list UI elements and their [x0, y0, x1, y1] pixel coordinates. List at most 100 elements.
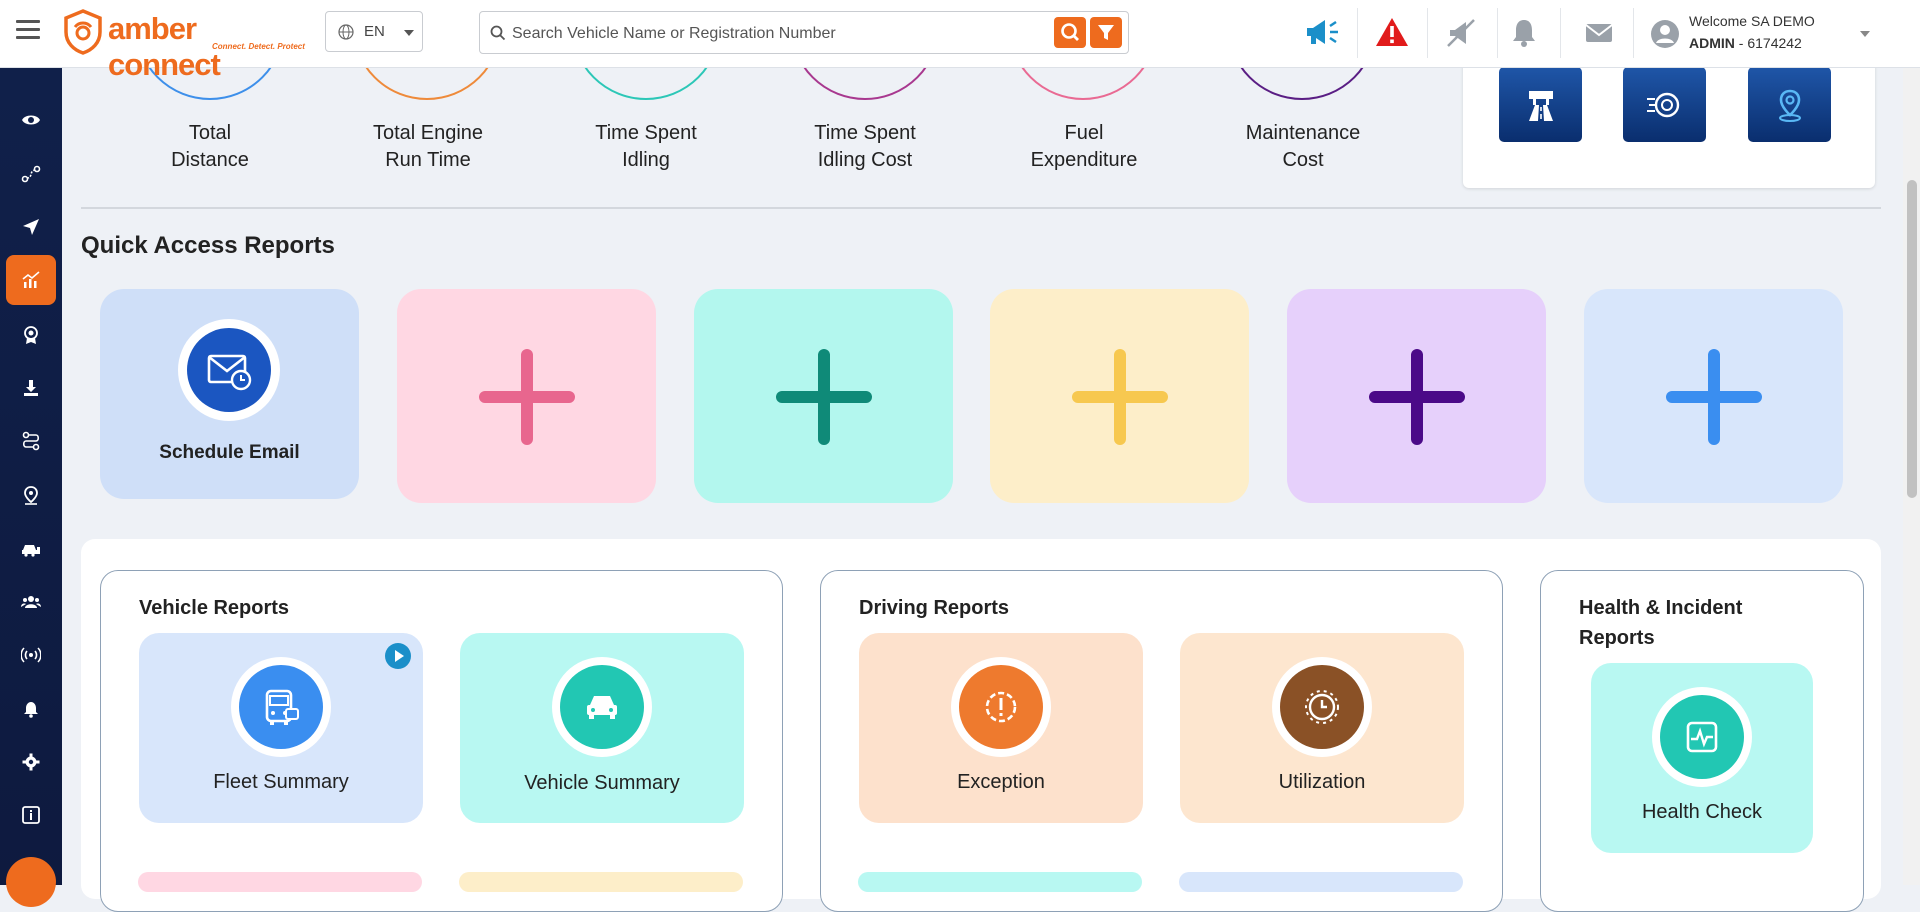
sidebar-item-download[interactable]	[6, 363, 56, 413]
alert-bell-icon	[24, 702, 38, 718]
sidebar-item-reports[interactable]	[6, 255, 56, 305]
welcome-text: Welcome SA DEMO	[1689, 13, 1815, 29]
metric-label-line1: Total	[188, 122, 232, 144]
sidebar-item-navigate[interactable]	[6, 202, 56, 252]
vehicle-summary-card[interactable]: Vehicle Summary	[460, 633, 744, 823]
sidebar-item-badge[interactable]	[6, 310, 56, 360]
language-selector[interactable]: EN	[325, 11, 423, 52]
car-icon	[587, 696, 617, 719]
utilization-gear-clock-icon	[1305, 690, 1339, 724]
scrollbar-thumb[interactable]	[1907, 180, 1917, 498]
bus-icon	[265, 689, 299, 725]
report-card-partial[interactable]	[1179, 872, 1463, 892]
report-card-partial[interactable]	[858, 872, 1142, 892]
sidebar-item-live-view[interactable]	[6, 95, 56, 145]
language-value: EN	[364, 23, 385, 40]
health-incident-reports-group: Health & Incident Reports Health Check	[1540, 570, 1864, 912]
add-quick-report-slot-1[interactable]	[397, 289, 656, 503]
users-icon	[21, 596, 41, 608]
sidebar-item-alerts[interactable]	[6, 684, 56, 734]
metric-engine-run-time[interactable]: Total Engine Run Time	[338, 120, 518, 174]
analytics-chart-icon	[22, 271, 40, 288]
highway-shortcut-button[interactable]	[1499, 67, 1582, 142]
metric-label-line1: Fuel	[1064, 122, 1104, 144]
user-role-account: ADMIN - 6174242	[1689, 35, 1802, 51]
quick-access-title: Quick Access Reports	[81, 232, 335, 259]
exception-report-card[interactable]: Exception	[859, 633, 1143, 823]
top-bar: amber connect Connect. Detect. Protect E…	[0, 0, 1920, 82]
filter-button[interactable]	[1090, 17, 1122, 48]
metric-fuel-expenditure[interactable]: Fuel Expenditure	[994, 120, 1174, 174]
email-clock-icon	[207, 354, 252, 391]
separator	[1427, 8, 1428, 58]
exception-alert-icon	[985, 691, 1017, 723]
sidebar-item-routes[interactable]	[6, 149, 56, 199]
vehicle-search-input[interactable]	[510, 20, 1014, 47]
chevron-down-icon	[1860, 31, 1870, 37]
report-card-partial[interactable]	[138, 872, 422, 892]
driving-reports-title: Driving Reports	[859, 597, 1010, 619]
add-quick-report-slot-3[interactable]	[990, 289, 1249, 503]
schedule-email-card[interactable]: Schedule Email	[100, 289, 359, 499]
plus-icon	[1072, 391, 1168, 403]
sidebar-item-vehicles[interactable]	[6, 523, 56, 573]
logo-tagline: Connect. Detect. Protect	[212, 42, 305, 51]
muted-announcement-icon[interactable]	[1438, 10, 1486, 56]
info-icon	[22, 806, 40, 824]
sidebar-item-users[interactable]	[6, 577, 56, 627]
add-quick-report-slot-2[interactable]	[694, 289, 953, 503]
play-video-icon[interactable]	[385, 643, 411, 669]
plus-icon	[1369, 391, 1465, 403]
map-pin-icon	[1778, 89, 1801, 122]
metric-idling-cost[interactable]: Time Spent Idling Cost	[775, 120, 955, 174]
sidebar-item-settings[interactable]	[6, 737, 56, 787]
location-shortcut-button[interactable]	[1748, 67, 1831, 142]
health-check-card[interactable]: Health Check	[1591, 663, 1813, 853]
sidebar-item-broadcast[interactable]	[6, 630, 56, 680]
chevron-down-icon	[404, 30, 414, 36]
report-card-partial[interactable]	[459, 872, 743, 892]
schedule-email-icon-circle	[178, 319, 280, 421]
download-icon	[24, 380, 38, 396]
amber-connect-logo[interactable]: amber connect Connect. Detect. Protect	[62, 9, 312, 82]
hamburger-menu-icon[interactable]	[16, 20, 40, 40]
sidebar-item-locations[interactable]	[6, 470, 56, 520]
sidebar-item-trips[interactable]	[6, 416, 56, 466]
search-icon	[1061, 23, 1079, 41]
metric-idling-time[interactable]: Time Spent Idling	[556, 120, 736, 174]
badge-icon	[24, 326, 38, 344]
search-button[interactable]	[1054, 17, 1086, 48]
account-number: 6174242	[1747, 35, 1802, 51]
announcement-megaphone-icon[interactable]	[1300, 10, 1348, 56]
metric-label-line2: Cost	[1282, 149, 1324, 171]
schedule-email-label: Schedule Email	[159, 442, 300, 463]
notification-bell-icon[interactable]	[1500, 10, 1548, 56]
utilization-report-card[interactable]: Utilization	[1180, 633, 1464, 823]
chat-support-icon[interactable]	[6, 857, 56, 907]
plus-icon	[1666, 391, 1762, 403]
globe-icon	[338, 24, 354, 40]
metric-total-distance[interactable]: Total Distance	[120, 120, 300, 174]
filter-funnel-icon	[1098, 25, 1114, 40]
health-pulse-icon	[1686, 721, 1718, 753]
mail-envelope-icon[interactable]	[1575, 10, 1623, 56]
add-quick-report-slot-5[interactable]	[1584, 289, 1843, 503]
metric-maintenance-cost[interactable]: Maintenance Cost	[1213, 120, 1393, 174]
alert-warning-icon[interactable]	[1368, 10, 1416, 56]
add-quick-report-slot-4[interactable]	[1287, 289, 1546, 503]
shield-logo-icon	[64, 9, 102, 55]
plus-icon	[776, 391, 872, 403]
metric-label-line2: Distance	[171, 149, 249, 171]
route-icon	[21, 165, 41, 183]
page-scrollbar[interactable]	[1903, 67, 1920, 885]
vehicle-search-bar	[479, 11, 1129, 54]
fleet-summary-label: Fleet Summary	[213, 771, 349, 793]
shortcut-panel	[1463, 55, 1875, 188]
search-icon	[490, 25, 506, 41]
sidebar-nav	[0, 67, 62, 885]
user-profile-menu[interactable]: Welcome SA DEMO ADMIN - 6174242	[1648, 10, 1908, 56]
metric-label-line2: Idling	[622, 149, 670, 171]
fleet-summary-card[interactable]: Fleet Summary	[139, 633, 423, 823]
sidebar-item-info[interactable]	[6, 790, 56, 840]
speed-shortcut-button[interactable]	[1623, 67, 1706, 142]
